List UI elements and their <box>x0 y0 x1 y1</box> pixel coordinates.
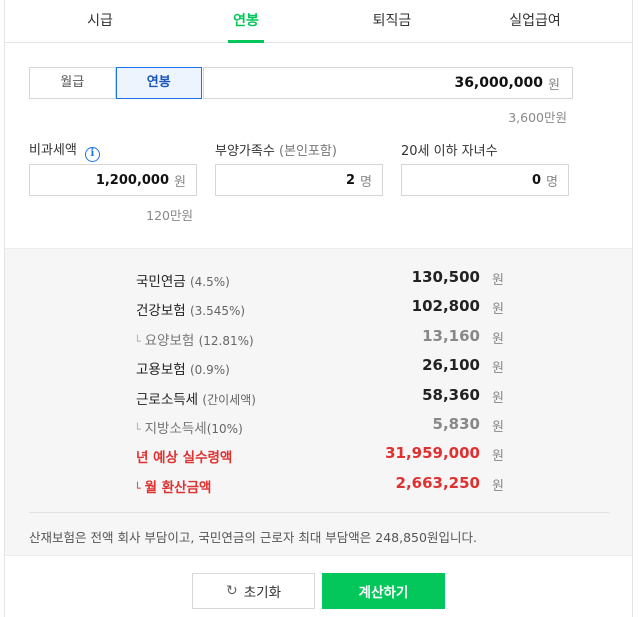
tab-hourly[interactable]: 시급 <box>45 0 155 43</box>
calculator-panel: 시급 연봉 퇴직금 실업급여 월급 연봉 36,000,000 원 3,600만… <box>4 0 633 617</box>
children-input[interactable]: 0 명 <box>401 164 569 196</box>
dependents-label: 부양가족수 (본인포함) <box>215 144 337 159</box>
results-panel: 국민연금 (4.5%) 130,500 원 건강보험 (3.545%) 102,8… <box>5 248 632 556</box>
branch-icon: └ <box>134 423 141 436</box>
monthly-net-row: └ 월 환산금액 2,663,250 원 <box>134 474 504 496</box>
income-tax-row: 근로소득세 (간이세액) 58,360 원 <box>136 386 504 408</box>
dependents-input[interactable]: 2 명 <box>215 164 383 196</box>
care-row: └ 요양보험 (12.81%) 13,160 원 <box>134 327 504 349</box>
tab-severance[interactable]: 퇴직금 <box>337 0 447 43</box>
salary-value: 36,000,000 <box>454 75 544 91</box>
nontax-label: 비과세액 i <box>29 139 100 162</box>
refresh-icon: ↻ <box>226 583 238 599</box>
children-label: 20세 이하 자녀수 <box>401 144 498 159</box>
reset-button[interactable]: ↻ 초기화 <box>192 573 315 609</box>
results-divider <box>29 512 609 513</box>
monthly-pay-option[interactable]: 월급 <box>29 67 116 99</box>
pay-type-toggle: 월급 연봉 <box>29 67 202 99</box>
salary-hint: 3,600만원 <box>508 110 567 125</box>
tab-unemployment[interactable]: 실업급여 <box>480 0 590 43</box>
branch-icon: └ <box>134 335 141 348</box>
annual-net-row: 년 예상 실수령액 31,959,000 원 <box>136 444 504 466</box>
branch-icon: └ <box>134 482 141 495</box>
nontax-hint: 120만원 <box>146 208 193 223</box>
health-row: 건강보험 (3.545%) 102,800 원 <box>136 297 504 319</box>
tab-annual[interactable]: 연봉 <box>191 0 301 43</box>
calculate-button[interactable]: 계산하기 <box>322 573 445 609</box>
salary-unit: 원 <box>548 77 560 93</box>
nontax-input[interactable]: 1,200,000 원 <box>29 164 197 196</box>
tab-bar: 시급 연봉 퇴직금 실업급여 <box>5 0 632 43</box>
footnote: 산재보험은 전액 회사 부담이고, 국민연금의 근로자 최대 부담액은 248,… <box>29 530 477 545</box>
pension-row: 국민연금 (4.5%) 130,500 원 <box>136 268 504 290</box>
local-tax-row: └ 지방소득세(10%) 5,830 원 <box>134 415 504 437</box>
info-icon[interactable]: i <box>84 147 100 162</box>
salary-input[interactable]: 36,000,000 원 <box>203 67 573 99</box>
employment-row: 고용보험 (0.9%) 26,100 원 <box>136 356 504 378</box>
annual-pay-option[interactable]: 연봉 <box>115 67 202 99</box>
tab-active-underline <box>228 40 264 43</box>
